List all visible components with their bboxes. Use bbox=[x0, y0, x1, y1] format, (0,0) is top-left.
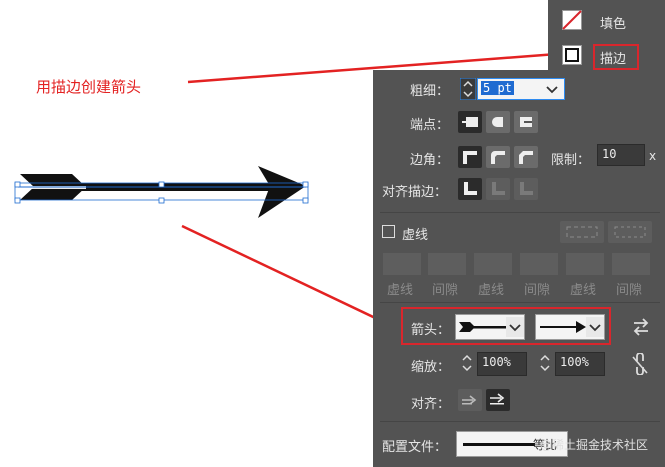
gap-field-label-2: 间隙 bbox=[524, 283, 551, 298]
butt-cap-button[interactable] bbox=[458, 111, 482, 133]
chevron-down-icon[interactable] bbox=[546, 85, 558, 95]
stroke-swatch-icon[interactable] bbox=[562, 45, 582, 65]
round-join-button[interactable] bbox=[486, 146, 510, 168]
unlink-icon[interactable] bbox=[630, 353, 650, 375]
fill-label[interactable]: 填色 bbox=[600, 13, 626, 32]
scale-start-input[interactable]: 100% bbox=[477, 352, 527, 376]
dash-field-3[interactable] bbox=[566, 253, 604, 275]
profile-label: 配置文件： bbox=[382, 440, 448, 455]
separator bbox=[380, 421, 660, 422]
align-stroke-outside-icon bbox=[520, 182, 533, 195]
annotation-arrow-bottom bbox=[181, 224, 392, 327]
limit-label: 限制： bbox=[551, 153, 591, 168]
arrow-tip-end-button[interactable] bbox=[486, 389, 510, 411]
cap-label: 端点： bbox=[410, 118, 450, 133]
stroke-label-highlight bbox=[593, 44, 639, 70]
dashed-label: 虚线 bbox=[402, 228, 429, 243]
projecting-cap-icon bbox=[520, 117, 532, 127]
align-stroke-center-icon bbox=[464, 182, 477, 195]
round-cap-button[interactable] bbox=[486, 111, 510, 133]
dash-field-label-1: 虚线 bbox=[387, 283, 414, 298]
gap-field-3[interactable] bbox=[612, 253, 650, 275]
round-cap-icon bbox=[492, 117, 503, 127]
arrow-artwork[interactable] bbox=[14, 166, 309, 218]
weight-label: 粗细： bbox=[410, 84, 450, 99]
dash-align-corners-button[interactable] bbox=[560, 221, 604, 243]
dash-exact-button[interactable] bbox=[608, 221, 652, 243]
round-join-icon bbox=[491, 151, 505, 164]
gap-field-label-1: 间隙 bbox=[432, 283, 459, 298]
align-label: 对齐： bbox=[411, 397, 451, 412]
limit-input[interactable]: 10 bbox=[597, 144, 645, 166]
arrow-tip-beyond-button[interactable] bbox=[458, 389, 482, 411]
butt-cap-icon bbox=[462, 117, 478, 127]
dash-field-label-2: 虚线 bbox=[478, 283, 505, 298]
align-stroke-inside-icon bbox=[492, 182, 505, 195]
scale-end-input[interactable]: 100% bbox=[555, 352, 605, 376]
gap-field-label-3: 间隙 bbox=[616, 283, 643, 298]
align-inside-button[interactable] bbox=[486, 178, 510, 200]
weight-stepper-icon[interactable] bbox=[460, 78, 476, 100]
scale-start-stepper-icon[interactable] bbox=[459, 352, 475, 374]
weight-input[interactable]: 5 pt bbox=[477, 78, 565, 100]
dash-field-2[interactable] bbox=[474, 253, 512, 275]
dashed-checkbox[interactable] bbox=[382, 225, 395, 238]
miter-join-icon bbox=[463, 151, 477, 164]
uniform-profile-line bbox=[463, 443, 535, 446]
projecting-cap-button[interactable] bbox=[514, 111, 538, 133]
bevel-join-icon bbox=[519, 151, 533, 164]
scale-label: 缩放： bbox=[411, 360, 451, 375]
swap-arrows-icon[interactable] bbox=[631, 318, 651, 336]
align-center-button[interactable] bbox=[458, 178, 482, 200]
scale-end-stepper-icon[interactable] bbox=[537, 352, 553, 374]
dash-exact-icon bbox=[614, 226, 646, 238]
separator bbox=[380, 212, 660, 213]
dash-corners-icon bbox=[566, 226, 598, 238]
bevel-join-button[interactable] bbox=[514, 146, 538, 168]
gap-field-2[interactable] bbox=[520, 253, 558, 275]
gap-field-1[interactable] bbox=[428, 253, 466, 275]
limit-unit: x bbox=[649, 149, 657, 163]
align-outside-button[interactable] bbox=[514, 178, 538, 200]
corner-label: 边角： bbox=[410, 153, 450, 168]
watermark-text: @稀土掘金技术社区 bbox=[540, 438, 649, 452]
dash-field-label-3: 虚线 bbox=[570, 283, 597, 298]
miter-join-button[interactable] bbox=[458, 146, 482, 168]
separator bbox=[380, 302, 660, 303]
arrow-beyond-icon bbox=[462, 395, 477, 405]
fill-none-icon[interactable] bbox=[562, 10, 582, 30]
align-stroke-label: 对齐描边： bbox=[382, 185, 448, 200]
dash-field-1[interactable] bbox=[383, 253, 421, 275]
arrowheads-highlight bbox=[401, 307, 611, 345]
arrow-at-end-icon bbox=[490, 393, 505, 405]
